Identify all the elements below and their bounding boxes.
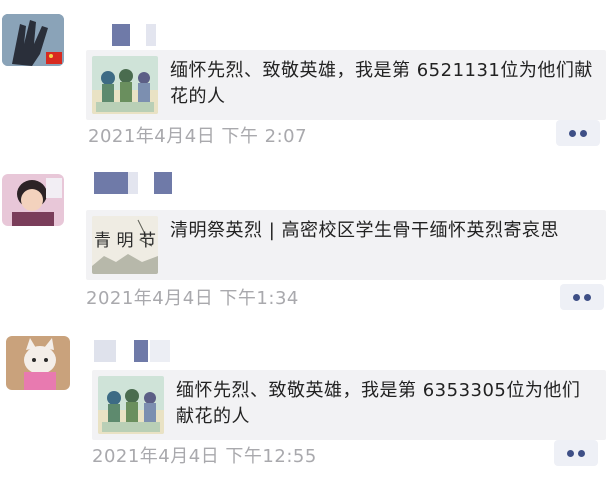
avatar[interactable] bbox=[2, 174, 64, 226]
shared-link-card[interactable]: 缅怀先烈、致敬英雄，我是第 6353305位为他们献花的人 bbox=[92, 370, 606, 440]
link-title: 缅怀先烈、致敬英雄，我是第 6353305位为他们献花的人 bbox=[176, 380, 581, 427]
shared-link-card[interactable]: 青 明 节 清明祭英烈 | 高密校区学生骨干缅怀英烈寄哀思 bbox=[86, 210, 606, 280]
thumb-char: 明 bbox=[116, 231, 134, 251]
avatar[interactable] bbox=[2, 14, 64, 66]
moment-post: 缅怀先烈、致敬英雄，我是第 6521131位为他们献花的人 2021年4月4日 … bbox=[0, 0, 611, 160]
link-title: 清明祭英烈 | 高密校区学生骨干缅怀英烈寄哀思 bbox=[170, 220, 560, 241]
thumb-char: 青 bbox=[94, 231, 111, 251]
avatar-image bbox=[6, 336, 70, 390]
link-thumbnail: 青 明 节 bbox=[92, 216, 158, 274]
moment-post: 青 明 节 清明祭英烈 | 高密校区学生骨干缅怀英烈寄哀思 2021年4月4日 … bbox=[0, 160, 611, 320]
avatar-image bbox=[2, 174, 64, 226]
shared-link-card[interactable]: 缅怀先烈、致敬英雄，我是第 6521131位为他们献花的人 bbox=[86, 50, 606, 120]
dot-icon bbox=[584, 294, 591, 301]
dot-icon bbox=[567, 450, 574, 457]
dot-icon bbox=[578, 450, 585, 457]
thumb-char: 节 bbox=[139, 231, 156, 251]
more-options-button[interactable] bbox=[556, 120, 600, 146]
link-thumbnail bbox=[92, 56, 158, 114]
dot-icon bbox=[569, 130, 576, 137]
blurred-username[interactable] bbox=[94, 340, 174, 362]
blurred-username[interactable] bbox=[112, 24, 204, 46]
more-options-button[interactable] bbox=[560, 284, 604, 310]
post-timestamp: 2021年4月4日 下午1:34 bbox=[86, 288, 299, 309]
dot-icon bbox=[573, 294, 580, 301]
post-timestamp: 2021年4月4日 下午 2:07 bbox=[88, 126, 308, 147]
dot-icon bbox=[580, 130, 587, 137]
link-title: 缅怀先烈、致敬英雄，我是第 6521131位为他们献花的人 bbox=[170, 60, 593, 107]
more-options-button[interactable] bbox=[554, 440, 598, 466]
link-thumbnail bbox=[98, 376, 164, 434]
post-timestamp: 2021年4月4日 下午12:55 bbox=[92, 446, 317, 467]
blurred-username[interactable] bbox=[94, 172, 186, 194]
avatar-image bbox=[2, 14, 64, 66]
avatar[interactable] bbox=[6, 336, 70, 390]
moment-post: 缅怀先烈、致敬英雄，我是第 6353305位为他们献花的人 2021年4月4日 … bbox=[0, 320, 611, 485]
